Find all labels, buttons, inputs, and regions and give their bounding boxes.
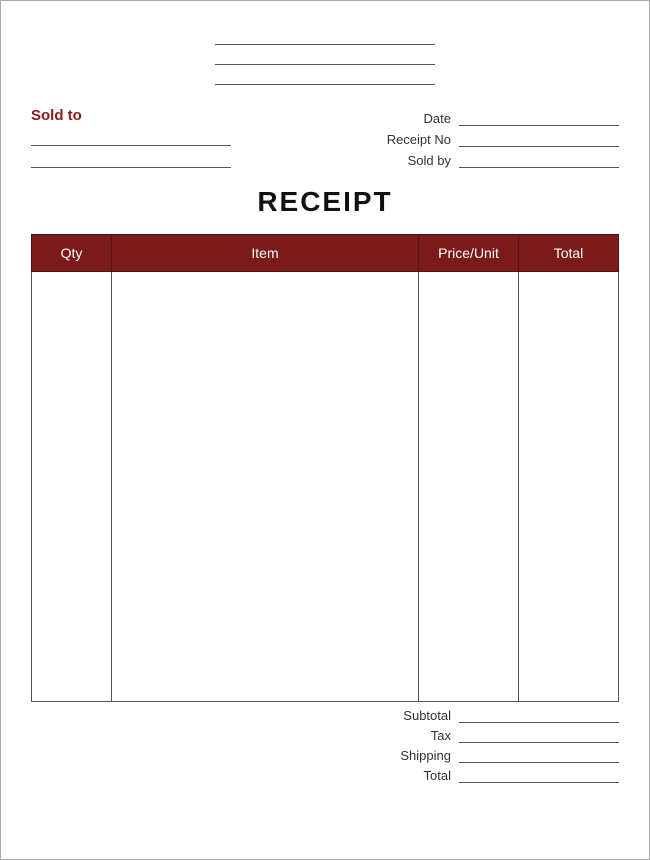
address-line-1 (215, 31, 435, 45)
total-row: Total (339, 768, 619, 783)
receipt-no-line (459, 133, 619, 147)
address-line-2 (215, 51, 435, 65)
header-qty: Qty (32, 235, 112, 272)
tax-row: Tax (339, 728, 619, 743)
cell-total (519, 272, 619, 702)
total-line (459, 769, 619, 783)
cell-item (112, 272, 419, 702)
subtotal-line (459, 709, 619, 723)
sold-to-left: Sold to (31, 107, 231, 176)
date-label: Date (371, 111, 451, 126)
tax-line (459, 729, 619, 743)
receipt-table: Qty Item Price/Unit Total (31, 234, 619, 702)
sold-by-label: Sold by (371, 153, 451, 168)
cell-price (419, 272, 519, 702)
sold-to-right: Date Receipt No Sold by (371, 107, 619, 168)
shipping-line (459, 749, 619, 763)
subtotal-label: Subtotal (371, 708, 451, 723)
sold-by-row: Sold by (371, 153, 619, 168)
sold-to-line-1 (31, 132, 231, 146)
tax-label: Tax (371, 728, 451, 743)
header-total: Total (519, 235, 619, 272)
receipt-no-row: Receipt No (371, 132, 619, 147)
table-header-row: Qty Item Price/Unit Total (32, 235, 619, 272)
table-body-row (32, 272, 619, 702)
summary-table: Subtotal Tax Shipping Total (339, 708, 619, 788)
date-line (459, 112, 619, 126)
sold-to-section: Sold to Date Receipt No Sold by (31, 107, 619, 176)
receipt-title: RECEIPT (31, 186, 619, 218)
sold-to-label: Sold to (31, 107, 231, 124)
summary-section: Subtotal Tax Shipping Total (31, 708, 619, 788)
receipt-page: Sold to Date Receipt No Sold by RECEIPT … (0, 0, 650, 860)
cell-qty (32, 272, 112, 702)
shipping-row: Shipping (339, 748, 619, 763)
date-row: Date (371, 111, 619, 126)
sold-by-line (459, 154, 619, 168)
address-line-3 (215, 71, 435, 85)
sold-to-line-2 (31, 154, 231, 168)
receipt-no-label: Receipt No (371, 132, 451, 147)
header-item: Item (112, 235, 419, 272)
total-label: Total (371, 768, 451, 783)
shipping-label: Shipping (371, 748, 451, 763)
top-address-section (31, 31, 619, 91)
header-price-unit: Price/Unit (419, 235, 519, 272)
subtotal-row: Subtotal (339, 708, 619, 723)
